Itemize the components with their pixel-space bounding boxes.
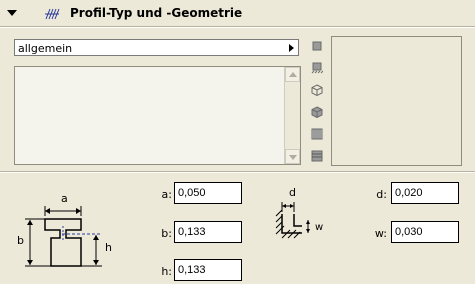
profile-dimension-diagram xyxy=(25,206,102,267)
label-a: a: xyxy=(161,188,172,201)
input-d[interactable]: 0,020 xyxy=(391,182,459,204)
box-wireframe-icon[interactable] xyxy=(311,84,323,96)
label-w: w: xyxy=(374,227,387,240)
label-b: b: xyxy=(161,227,172,240)
dim-a-label: a xyxy=(61,192,68,205)
grid-pattern-icon[interactable] xyxy=(311,150,323,162)
list-scrollbar[interactable] xyxy=(284,67,300,164)
header-divider xyxy=(0,27,475,28)
dim-w-label: w xyxy=(315,222,324,233)
profile-geometry-icon xyxy=(45,8,60,20)
profile-list[interactable] xyxy=(14,66,301,165)
section-separator xyxy=(0,171,475,173)
box-solid-icon[interactable] xyxy=(311,106,323,118)
dropdown-arrow-icon xyxy=(289,44,294,52)
dropdown-value: allgemein xyxy=(18,42,73,55)
collapse-triangle-icon[interactable] xyxy=(7,10,17,16)
dim-b-label: b xyxy=(17,234,24,247)
wall-dimension-diagram xyxy=(275,202,310,239)
scroll-up-button[interactable] xyxy=(285,67,300,82)
hatch-pattern-icon[interactable] xyxy=(311,128,323,140)
input-h[interactable]: 0,133 xyxy=(174,259,242,281)
input-w[interactable]: 0,030 xyxy=(391,221,459,243)
profile-preview xyxy=(331,36,462,166)
label-h: h: xyxy=(161,265,172,278)
floor-hatch-icon[interactable] xyxy=(311,62,323,74)
dim-d-label: d xyxy=(289,186,296,199)
profile-type-dropdown[interactable]: allgemein xyxy=(14,39,299,56)
input-b[interactable]: 0,133 xyxy=(174,221,242,243)
label-d: d: xyxy=(376,188,387,201)
input-a[interactable]: 0,050 xyxy=(174,182,242,204)
square-icon[interactable] xyxy=(311,40,323,52)
scroll-up-icon xyxy=(289,72,297,77)
panel-title: Profil-Typ und -Geometrie xyxy=(70,6,243,20)
scroll-down-button[interactable] xyxy=(285,149,300,164)
scroll-down-icon xyxy=(289,155,297,160)
dim-h-label: h xyxy=(105,241,112,254)
